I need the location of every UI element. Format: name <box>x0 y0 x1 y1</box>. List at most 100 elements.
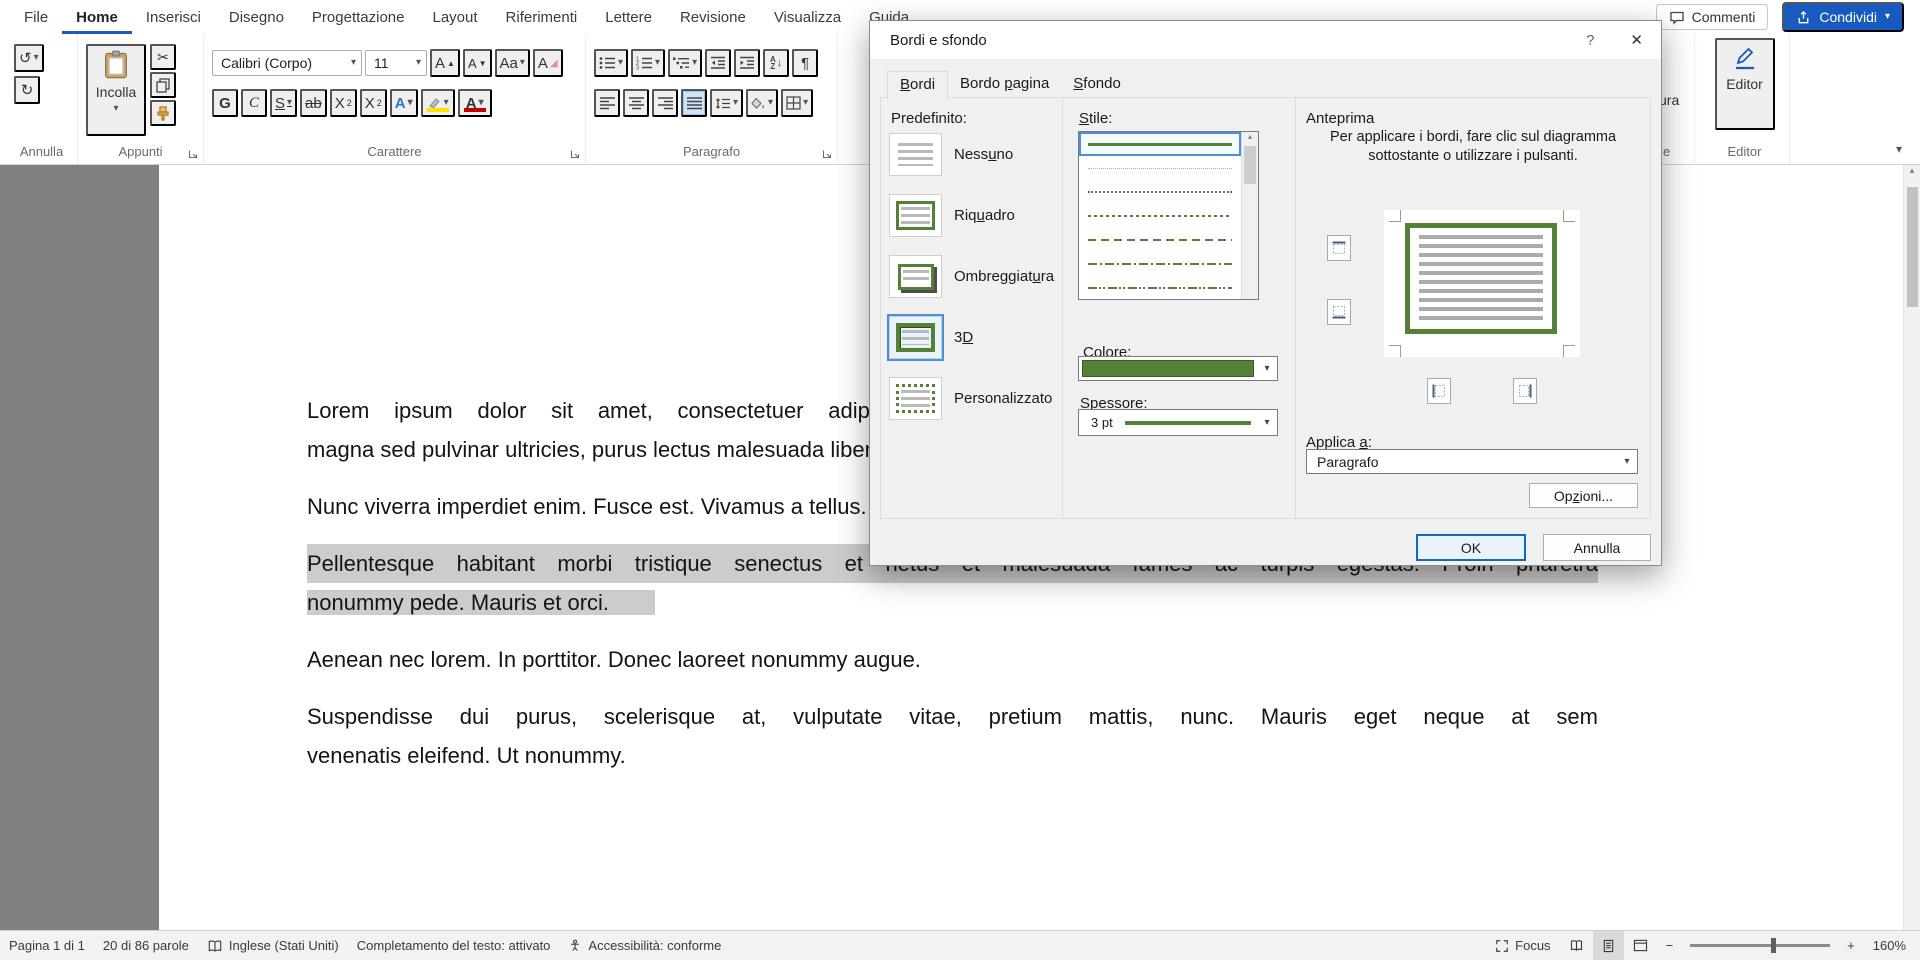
preset-personalizzato[interactable]: Personalizzato <box>889 375 1054 422</box>
font-name-combo[interactable]: Calibri (Corpo) ▾ <box>212 50 362 76</box>
align-center-button[interactable] <box>623 89 649 117</box>
ok-button[interactable]: OK <box>1416 534 1526 561</box>
cut-button[interactable]: ✂ <box>150 44 176 70</box>
clipboard-dialog-launcher[interactable] <box>188 149 198 159</box>
close-icon[interactable]: ✕ <box>1630 31 1643 49</box>
line-spacing-button[interactable]: ▾ <box>710 89 743 117</box>
print-layout-button[interactable] <box>1593 931 1624 960</box>
subscript-button[interactable]: X2 <box>330 89 357 117</box>
zoom-out-button[interactable]: − <box>1657 931 1683 960</box>
justify-button[interactable] <box>681 89 707 117</box>
accessibility-status[interactable]: Accessibilità: conforme <box>559 931 730 960</box>
editor-button[interactable]: Editor <box>1715 38 1775 130</box>
vertical-scrollbar[interactable]: ▴ <box>1903 165 1920 930</box>
menu-tab-visualizza[interactable]: Visualizza <box>760 0 855 34</box>
redo-button[interactable]: ↻ <box>14 76 40 104</box>
scroll-up-icon[interactable]: ▴ <box>1910 165 1915 175</box>
text-line[interactable]: Suspendisse dui purus, scelerisque at, v… <box>307 697 1598 736</box>
menu-tab-disegno[interactable]: Disegno <box>215 0 298 34</box>
grow-font-button[interactable]: A▲ <box>430 49 460 77</box>
focus-mode-button[interactable]: Focus <box>1486 931 1559 960</box>
tab-bordo-pagina[interactable]: Bordo pagina <box>948 71 1061 100</box>
dictate-label-fragment[interactable]: ura <box>1659 92 1679 108</box>
strikethrough-button[interactable]: ab <box>300 89 327 117</box>
top-border-toggle-button[interactable] <box>1327 235 1351 261</box>
zoom-in-button[interactable]: + <box>1838 931 1864 960</box>
preset-ombreggiatura[interactable]: Ombreggiatura <box>889 253 1054 300</box>
read-mode-button[interactable] <box>1560 931 1593 960</box>
text-effects-button[interactable]: A▾ <box>390 89 418 117</box>
tab-sfondo[interactable]: Sfondo <box>1061 71 1133 100</box>
menu-tab-layout[interactable]: Layout <box>419 0 492 34</box>
menu-tab-home[interactable]: Home <box>62 0 132 34</box>
word-count[interactable]: 20 di 86 parole <box>94 931 198 960</box>
paragraph[interactable]: Suspendisse dui purus, scelerisque at, v… <box>307 697 1598 775</box>
page-count[interactable]: Pagina 1 di 1 <box>0 931 94 960</box>
scrollbar-thumb[interactable] <box>1907 187 1918 307</box>
menu-tab-inserisci[interactable]: Inserisci <box>132 0 215 34</box>
paste-button[interactable]: Incolla ▾ <box>86 44 146 136</box>
text-line[interactable]: Aenean nec lorem. In porttitor. Donec la… <box>307 640 1598 679</box>
bold-button[interactable]: G <box>212 89 238 117</box>
menu-tab-file[interactable]: File <box>10 0 62 34</box>
preset-riquadro[interactable]: Riquadro <box>889 192 1054 239</box>
menu-tab-progettazione[interactable]: Progettazione <box>298 0 419 34</box>
zoom-slider-thumb[interactable] <box>1771 938 1776 953</box>
font-dialog-launcher[interactable] <box>570 149 580 159</box>
change-case-button[interactable]: Aa▾ <box>495 49 530 77</box>
scrollbar-thumb[interactable] <box>1244 146 1256 184</box>
bullets-button[interactable]: ▾ <box>594 49 628 77</box>
border-preview-diagram[interactable] <box>1384 210 1580 357</box>
selected-text[interactable]: nonummy pede. Mauris et orci. <box>307 590 655 615</box>
copy-button[interactable] <box>150 72 176 98</box>
border-color-dropdown[interactable]: ▾ <box>1078 356 1278 381</box>
text-line[interactable]: venenatis eleifend. Ut nonummy. <box>307 736 1598 775</box>
right-border-toggle-button[interactable] <box>1513 378 1537 404</box>
menu-tab-riferimenti[interactable]: Riferimenti <box>492 0 592 34</box>
apply-to-dropdown[interactable]: Paragrafo ▾ <box>1306 449 1638 474</box>
shrink-font-button[interactable]: A▼ <box>463 49 492 77</box>
align-left-button[interactable] <box>594 89 620 117</box>
web-layout-button[interactable] <box>1624 931 1657 960</box>
zoom-slider[interactable] <box>1690 944 1830 947</box>
sort-button[interactable]: AZ ↓ <box>763 49 789 77</box>
border-style-listbox[interactable]: ▴ <box>1078 131 1259 300</box>
left-border-toggle-button[interactable] <box>1427 378 1451 404</box>
italic-button[interactable]: C <box>241 89 267 117</box>
tab-bordi[interactable]: Bordi <box>887 71 948 100</box>
options-button[interactable]: Opzioni... <box>1529 483 1638 508</box>
shading-button[interactable]: ▾ <box>746 89 778 117</box>
preset-3d[interactable]: 3D <box>889 314 1054 361</box>
comments-button[interactable]: Commenti <box>1656 4 1769 30</box>
decrease-indent-button[interactable] <box>705 49 731 77</box>
numbering-button[interactable]: 123 ▾ <box>631 49 665 77</box>
menu-tab-revisione[interactable]: Revisione <box>666 0 760 34</box>
style-option[interactable] <box>1079 204 1241 228</box>
increase-indent-button[interactable] <box>734 49 760 77</box>
share-button[interactable]: Condividi ▾ <box>1782 2 1904 32</box>
underline-button[interactable]: S▾ <box>270 89 297 117</box>
border-width-dropdown[interactable]: 3 pt ▾ <box>1078 409 1278 436</box>
cancel-button[interactable]: Annulla <box>1543 534 1651 561</box>
font-size-combo[interactable]: 11 ▾ <box>365 50 427 76</box>
text-prediction-status[interactable]: Completamento del testo: attivato <box>348 931 560 960</box>
format-painter-button[interactable] <box>150 100 176 126</box>
highlight-color-button[interactable]: ▾ <box>421 89 455 117</box>
bottom-border-toggle-button[interactable] <box>1327 299 1351 325</box>
preset-nessuno[interactable]: Nessuno <box>889 131 1054 178</box>
style-option[interactable] <box>1079 132 1241 156</box>
superscript-button[interactable]: X2 <box>360 89 387 117</box>
menu-tab-lettere[interactable]: Lettere <box>591 0 666 34</box>
multilevel-list-button[interactable]: ▾ <box>668 49 702 77</box>
paragraph-dialog-launcher[interactable] <box>822 149 832 159</box>
dialog-title-bar[interactable]: Bordi e sfondo ? ✕ <box>870 21 1661 59</box>
style-option[interactable] <box>1079 228 1241 252</box>
clear-formatting-button[interactable]: A◢ <box>533 49 563 77</box>
undo-button[interactable]: ↺▾ <box>14 44 44 72</box>
style-option[interactable] <box>1079 276 1241 300</box>
proofing-language[interactable]: Inglese (Stati Uniti) <box>198 931 348 960</box>
help-icon[interactable]: ? <box>1586 32 1594 49</box>
style-option[interactable] <box>1079 252 1241 276</box>
paragraph[interactable]: Aenean nec lorem. In porttitor. Donec la… <box>307 640 1598 679</box>
style-list-scrollbar[interactable]: ▴ <box>1241 132 1258 299</box>
